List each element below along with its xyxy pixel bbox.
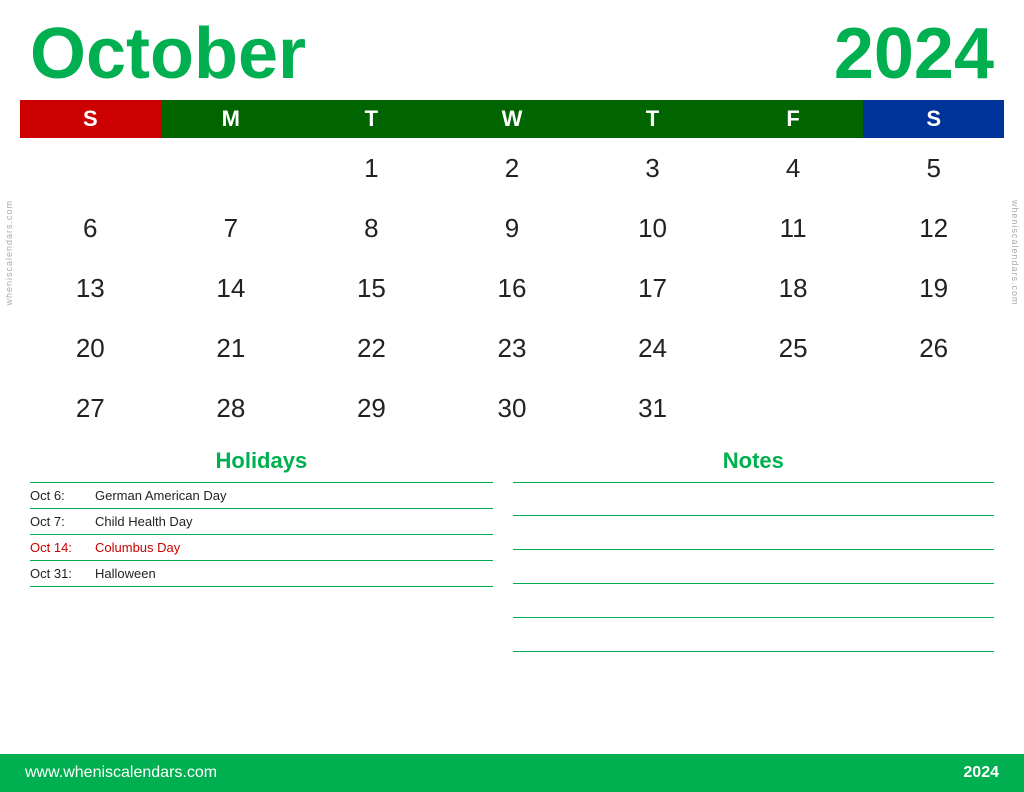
calendar-day: 22 bbox=[301, 318, 442, 378]
header-tuesday: T bbox=[301, 100, 442, 138]
calendar-day: 1 bbox=[301, 138, 442, 198]
holiday-name: Child Health Day bbox=[95, 514, 193, 529]
calendar-section: S M T W T F S 12345678910111213141516171… bbox=[0, 100, 1024, 438]
header-friday: F bbox=[723, 100, 864, 138]
calendar-body: 1234567891011121314151617181920212223242… bbox=[20, 138, 1004, 438]
holiday-date: Oct 14: bbox=[30, 540, 95, 555]
holiday-date: Oct 6: bbox=[30, 488, 95, 503]
holiday-name: German American Day bbox=[95, 488, 227, 503]
calendar-day: 31 bbox=[582, 378, 723, 438]
holiday-item: Oct 7:Child Health Day bbox=[30, 508, 493, 534]
calendar-day bbox=[723, 378, 864, 438]
calendar-day: 2 bbox=[442, 138, 583, 198]
header-monday: M bbox=[161, 100, 302, 138]
holidays-title: Holidays bbox=[30, 448, 493, 474]
holidays-list: Oct 6:German American DayOct 7:Child Hea… bbox=[30, 482, 493, 587]
header-sunday: S bbox=[20, 100, 161, 138]
calendar-page: wheniscalendars.com wheniscalendars.com … bbox=[0, 0, 1024, 792]
calendar-day: 21 bbox=[161, 318, 302, 378]
holidays-column: Holidays Oct 6:German American DayOct 7:… bbox=[30, 448, 493, 754]
note-line bbox=[513, 618, 994, 652]
calendar-day: 16 bbox=[442, 258, 583, 318]
calendar-day: 8 bbox=[301, 198, 442, 258]
notes-title: Notes bbox=[513, 448, 994, 474]
calendar-row: 6789101112 bbox=[20, 198, 1004, 258]
calendar-day: 24 bbox=[582, 318, 723, 378]
calendar-row: 13141516171819 bbox=[20, 258, 1004, 318]
header-thursday: T bbox=[582, 100, 723, 138]
calendar-day: 19 bbox=[863, 258, 1004, 318]
header-wednesday: W bbox=[442, 100, 583, 138]
calendar-day bbox=[161, 138, 302, 198]
calendar-day: 27 bbox=[20, 378, 161, 438]
note-line bbox=[513, 550, 994, 584]
calendar-day: 17 bbox=[582, 258, 723, 318]
calendar-day: 28 bbox=[161, 378, 302, 438]
calendar-day: 7 bbox=[161, 198, 302, 258]
watermark-left: wheniscalendars.com bbox=[4, 200, 14, 306]
calendar-day: 29 bbox=[301, 378, 442, 438]
calendar-row: 12345 bbox=[20, 138, 1004, 198]
holiday-name: Columbus Day bbox=[95, 540, 180, 555]
calendar-day: 11 bbox=[723, 198, 864, 258]
holiday-name: Halloween bbox=[95, 566, 156, 581]
calendar-day: 3 bbox=[582, 138, 723, 198]
watermark-right: wheniscalendars.com bbox=[1010, 200, 1020, 306]
footer-url: www.wheniscalendars.com bbox=[25, 764, 217, 782]
calendar-table: S M T W T F S 12345678910111213141516171… bbox=[20, 100, 1004, 438]
calendar-day: 13 bbox=[20, 258, 161, 318]
holiday-date: Oct 7: bbox=[30, 514, 95, 529]
notes-lines bbox=[513, 482, 994, 652]
calendar-day bbox=[863, 378, 1004, 438]
calendar-day: 30 bbox=[442, 378, 583, 438]
month-title: October bbox=[30, 18, 306, 90]
footer-year: 2024 bbox=[963, 764, 999, 782]
calendar-day: 26 bbox=[863, 318, 1004, 378]
calendar-day: 14 bbox=[161, 258, 302, 318]
note-line bbox=[513, 482, 994, 516]
calendar-day: 18 bbox=[723, 258, 864, 318]
calendar-row: 2728293031 bbox=[20, 378, 1004, 438]
calendar-row: 20212223242526 bbox=[20, 318, 1004, 378]
note-line bbox=[513, 516, 994, 550]
calendar-day: 10 bbox=[582, 198, 723, 258]
bottom-section: Holidays Oct 6:German American DayOct 7:… bbox=[0, 438, 1024, 754]
calendar-day: 9 bbox=[442, 198, 583, 258]
weekday-header-row: S M T W T F S bbox=[20, 100, 1004, 138]
holiday-item: Oct 14:Columbus Day bbox=[30, 534, 493, 560]
calendar-day: 6 bbox=[20, 198, 161, 258]
calendar-day bbox=[20, 138, 161, 198]
header-saturday: S bbox=[863, 100, 1004, 138]
calendar-day: 12 bbox=[863, 198, 1004, 258]
note-line bbox=[513, 584, 994, 618]
holiday-date: Oct 31: bbox=[30, 566, 95, 581]
calendar-day: 4 bbox=[723, 138, 864, 198]
holiday-item: Oct 31:Halloween bbox=[30, 560, 493, 587]
calendar-day: 20 bbox=[20, 318, 161, 378]
calendar-day: 15 bbox=[301, 258, 442, 318]
calendar-header: October 2024 bbox=[0, 0, 1024, 100]
year-title: 2024 bbox=[834, 18, 994, 90]
notes-column: Notes bbox=[493, 448, 994, 754]
calendar-footer: www.wheniscalendars.com 2024 bbox=[0, 754, 1024, 792]
calendar-day: 5 bbox=[863, 138, 1004, 198]
calendar-day: 25 bbox=[723, 318, 864, 378]
calendar-day: 23 bbox=[442, 318, 583, 378]
holiday-item: Oct 6:German American Day bbox=[30, 482, 493, 508]
